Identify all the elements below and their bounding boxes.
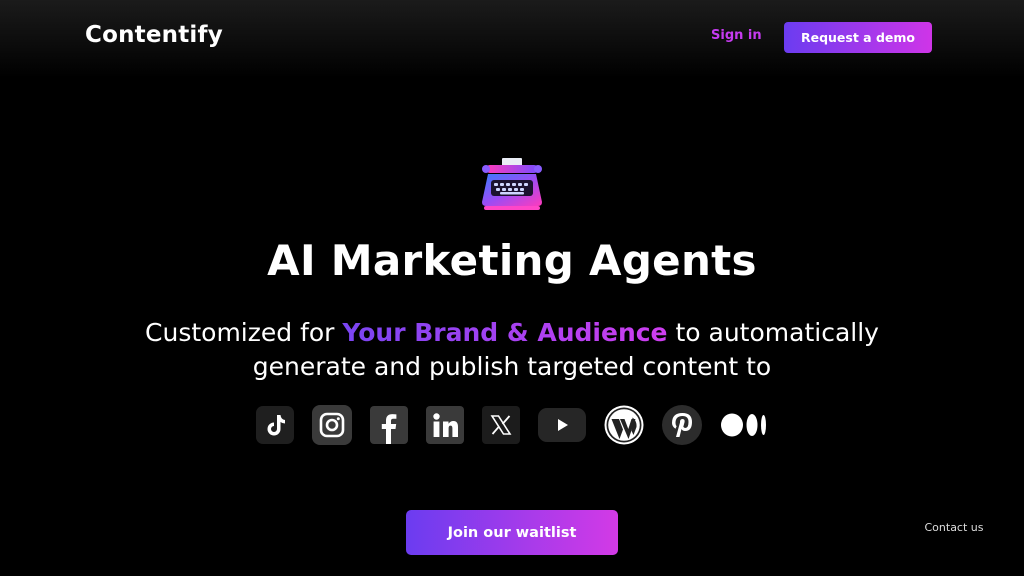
facebook-icon (370, 405, 408, 445)
request-demo-button[interactable]: Request a demo (784, 22, 932, 53)
typewriter-icon (478, 156, 546, 212)
top-navigation-bar: Contentify Sign in Request a demo (0, 0, 1024, 78)
hero-subtitle: Customized for Your Brand & Audience to … (112, 316, 912, 384)
brand-logo[interactable]: Contentify (85, 22, 223, 48)
subtitle-highlight: Your Brand & Audience (342, 318, 668, 347)
tiktok-icon (256, 405, 294, 445)
contact-us-link[interactable]: Contact us (924, 522, 984, 533)
sign-in-link[interactable]: Sign in (711, 28, 762, 43)
wordpress-icon (604, 405, 644, 445)
linkedin-icon (426, 405, 464, 445)
page-title: AI Marketing Agents (267, 236, 757, 285)
pinterest-icon (662, 405, 702, 445)
medium-icon (720, 405, 768, 445)
subtitle-prefix: Customized for (145, 318, 343, 347)
join-waitlist-button[interactable]: Join our waitlist (406, 510, 618, 555)
platform-icon-row (0, 404, 1024, 446)
youtube-icon (538, 405, 586, 445)
instagram-icon (312, 405, 352, 445)
x-icon (482, 405, 520, 445)
